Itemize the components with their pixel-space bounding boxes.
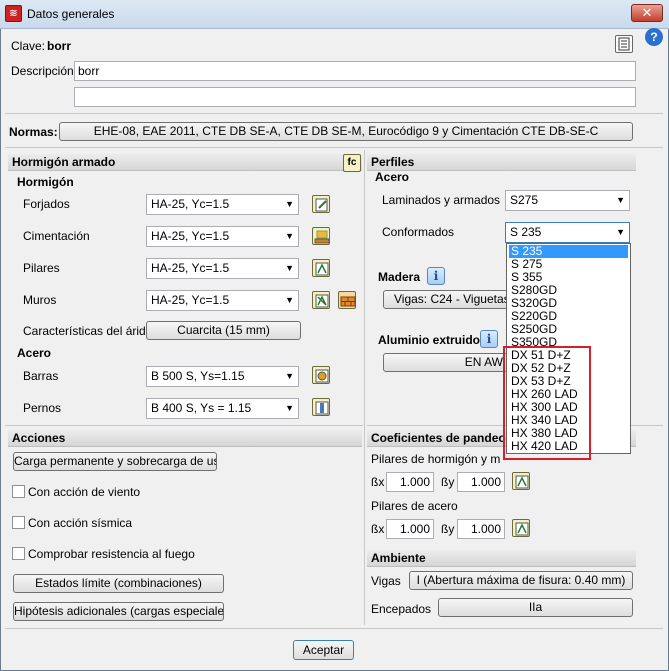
barras-label: Barras xyxy=(23,369,59,383)
pernos-combo[interactable]: B 400 S, Ys = 1.15 ▼ xyxy=(146,398,299,419)
aluminio-button[interactable]: EN AW xyxy=(383,353,508,372)
perfiles-acero-subheader: Acero xyxy=(375,170,410,184)
laminados-label: Laminados y armados xyxy=(382,193,501,207)
divider xyxy=(5,113,663,114)
pilares-acero-label: Pilares de acero xyxy=(371,499,458,513)
hipotesis-button[interactable]: Hipótesis adicionales (cargas especiales… xyxy=(13,602,224,621)
madera-button[interactable]: Vigas: C24 - Viguetas: C xyxy=(383,290,508,309)
divider xyxy=(5,628,663,629)
carga-permanente-button[interactable]: Carga permanente y sobrecarga de uso xyxy=(13,452,217,471)
ambiente-header: Ambiente xyxy=(367,550,636,567)
viento-label: Con acción de viento xyxy=(28,485,141,499)
chevron-down-icon: ▼ xyxy=(285,403,294,413)
laminados-value: S275 xyxy=(510,193,539,207)
cimentacion-value: HA-25, Yc=1.5 xyxy=(151,229,230,243)
fuego-label: Comprobar resistencia al fuego xyxy=(28,547,195,561)
pilares-label: Pilares xyxy=(23,261,60,275)
pilares-value: HA-25, Yc=1.5 xyxy=(151,261,230,275)
divider xyxy=(5,147,663,148)
arido-label: Características del árido xyxy=(23,324,153,338)
viento-checkbox[interactable] xyxy=(12,485,25,498)
muros-value: HA-25, Yc=1.5 xyxy=(151,293,230,307)
sismica-label: Con acción sísmica xyxy=(28,516,133,530)
conformados-label: Conformados xyxy=(382,225,455,239)
chevron-down-icon: ▼ xyxy=(285,199,294,209)
wall-icon[interactable] xyxy=(312,291,330,309)
by-label: ßy xyxy=(441,522,455,536)
hormigon-armado-header: Hormigón armado xyxy=(8,154,362,171)
muros-label: Muros xyxy=(23,293,57,307)
normas-button[interactable]: EHE-08, EAE 2011, CTE DB SE-A, CTE DB SE… xyxy=(59,122,633,141)
conformados-value: S 235 xyxy=(510,225,542,239)
acero-by-input[interactable]: 1.000 xyxy=(457,519,505,539)
arido-button[interactable]: Cuarcita (15 mm) xyxy=(146,321,301,340)
help-icon[interactable]: ? xyxy=(645,28,663,46)
clave-value: borr xyxy=(47,39,71,53)
pernos-value: B 400 S, Ys = 1.15 xyxy=(151,401,252,415)
by-label: ßy xyxy=(441,475,455,489)
bx-label: ßx xyxy=(371,522,385,536)
aceptar-button[interactable]: Aceptar xyxy=(293,640,354,660)
highlight-box xyxy=(503,346,591,460)
pilares-hormigon-label: Pilares de hormigón y mixtos xyxy=(371,452,501,466)
hormigon-by-input[interactable]: 1.000 xyxy=(457,472,505,492)
acero-subheader: Acero xyxy=(17,346,52,360)
pernos-label: Pernos xyxy=(23,401,62,415)
window-title: Datos generales xyxy=(27,7,115,21)
forjados-combo[interactable]: HA-25, Yc=1.5 ▼ xyxy=(146,194,299,215)
info-icon[interactable]: i xyxy=(427,267,445,285)
fuego-checkbox[interactable] xyxy=(12,547,25,560)
chevron-down-icon: ▼ xyxy=(285,295,294,305)
rebar-icon[interactable] xyxy=(312,366,330,384)
laminados-combo[interactable]: S275 ▼ xyxy=(505,190,630,211)
aluminio-label: Aluminio extruido xyxy=(378,333,480,347)
sismica-checkbox[interactable] xyxy=(12,516,25,529)
normas-label: Normas: xyxy=(9,125,58,139)
vigas-label: Vigas xyxy=(371,574,401,588)
acero-bx-input[interactable]: 1.000 xyxy=(386,519,434,539)
cimentacion-combo[interactable]: HA-25, Yc=1.5 ▼ xyxy=(146,226,299,247)
cimentacion-label: Cimentación xyxy=(23,229,90,243)
forjados-value: HA-25, Yc=1.5 xyxy=(151,197,230,211)
chevron-down-icon: ▼ xyxy=(616,227,625,237)
chevron-down-icon: ▼ xyxy=(285,371,294,381)
document-properties-icon[interactable] xyxy=(615,35,633,53)
estados-limite-button[interactable]: Estados límite (combinaciones) xyxy=(13,574,224,593)
barras-combo[interactable]: B 500 S, Ys=1.15 ▼ xyxy=(146,366,299,387)
bolt-icon[interactable] xyxy=(312,398,330,416)
fc-icon[interactable]: fc xyxy=(343,154,361,172)
hormigon-subheader: Hormigón xyxy=(17,175,74,189)
hormigon-bx-input[interactable]: 1.000 xyxy=(386,472,434,492)
chevron-down-icon: ▼ xyxy=(285,263,294,273)
pilares-combo[interactable]: HA-25, Yc=1.5 ▼ xyxy=(146,258,299,279)
app-icon: ≋ xyxy=(5,5,22,22)
encepados-button[interactable]: IIa xyxy=(438,598,633,617)
descripcion-label: Descripción: xyxy=(11,64,78,78)
column-icon[interactable] xyxy=(312,259,330,277)
conformados-combo[interactable]: S 235 ▼ xyxy=(505,222,630,243)
close-button[interactable]: ✕ xyxy=(631,4,663,22)
acciones-header: Acciones xyxy=(8,430,362,447)
descripcion-input[interactable]: borr xyxy=(74,61,636,81)
brick-icon[interactable] xyxy=(338,291,356,309)
edit-icon[interactable] xyxy=(312,195,330,213)
chevron-down-icon: ▼ xyxy=(616,195,625,205)
madera-label: Madera xyxy=(378,270,421,284)
vigas-ambiente-button[interactable]: I (Abertura máxima de fisura: 0.40 mm) xyxy=(409,571,633,590)
forjados-label: Forjados xyxy=(23,197,70,211)
muros-combo[interactable]: HA-25, Yc=1.5 ▼ xyxy=(146,290,299,311)
buckling-icon[interactable] xyxy=(512,519,530,537)
bx-label: ßx xyxy=(371,475,385,489)
clave-label: Clave: xyxy=(11,39,46,53)
info-icon[interactable]: i xyxy=(480,330,498,348)
encepados-label: Encepados xyxy=(371,602,432,616)
divider xyxy=(5,425,363,426)
buckling-icon[interactable] xyxy=(512,472,530,490)
foundation-icon[interactable] xyxy=(312,227,330,245)
barras-value: B 500 S, Ys=1.15 xyxy=(151,369,245,383)
perfiles-header: Perfiles xyxy=(367,154,636,171)
vertical-divider xyxy=(364,150,365,625)
chevron-down-icon: ▼ xyxy=(285,231,294,241)
descripcion-input-2[interactable] xyxy=(74,87,636,107)
